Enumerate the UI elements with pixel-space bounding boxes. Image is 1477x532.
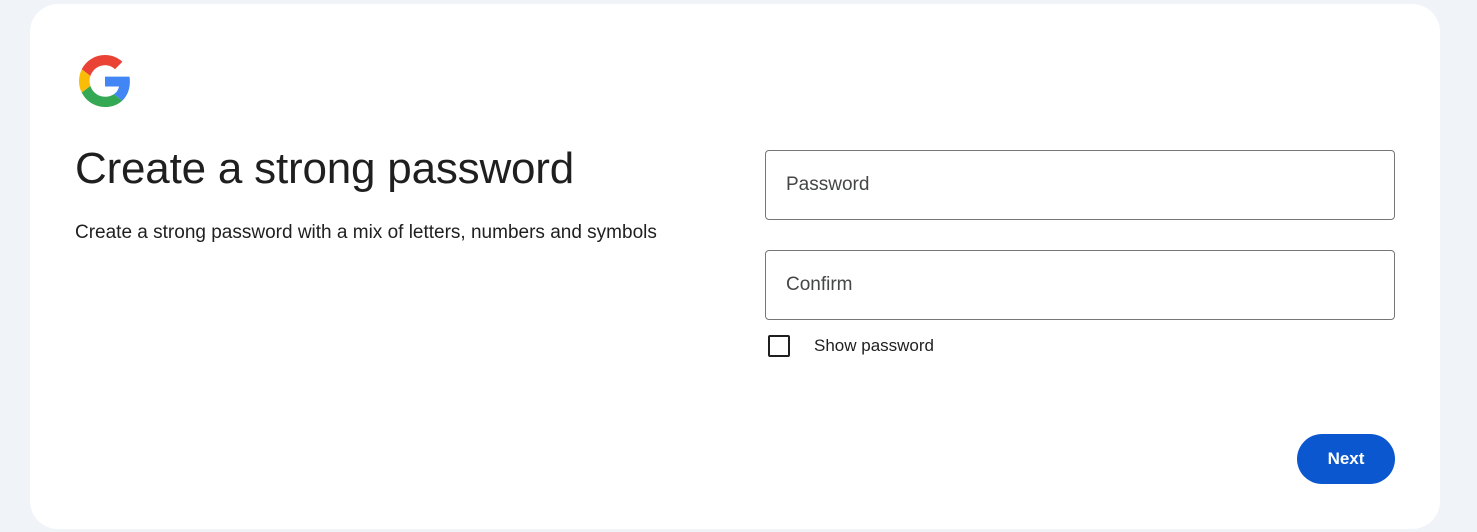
show-password-toggle[interactable]: Show password xyxy=(768,334,934,358)
confirm-password-field[interactable] xyxy=(765,250,1395,320)
password-input[interactable] xyxy=(766,151,1394,219)
page-title: Create a strong password xyxy=(75,144,575,193)
show-password-checkbox[interactable] xyxy=(768,335,790,357)
page-subtitle: Create a strong password with a mix of l… xyxy=(75,222,657,243)
sign-up-card: Create a strong password Create a strong… xyxy=(30,4,1440,529)
show-password-label[interactable]: Show password xyxy=(814,336,934,356)
confirm-password-input[interactable] xyxy=(766,251,1394,319)
password-field[interactable] xyxy=(765,150,1395,220)
next-button[interactable]: Next xyxy=(1297,434,1395,484)
google-g-icon xyxy=(79,55,131,107)
